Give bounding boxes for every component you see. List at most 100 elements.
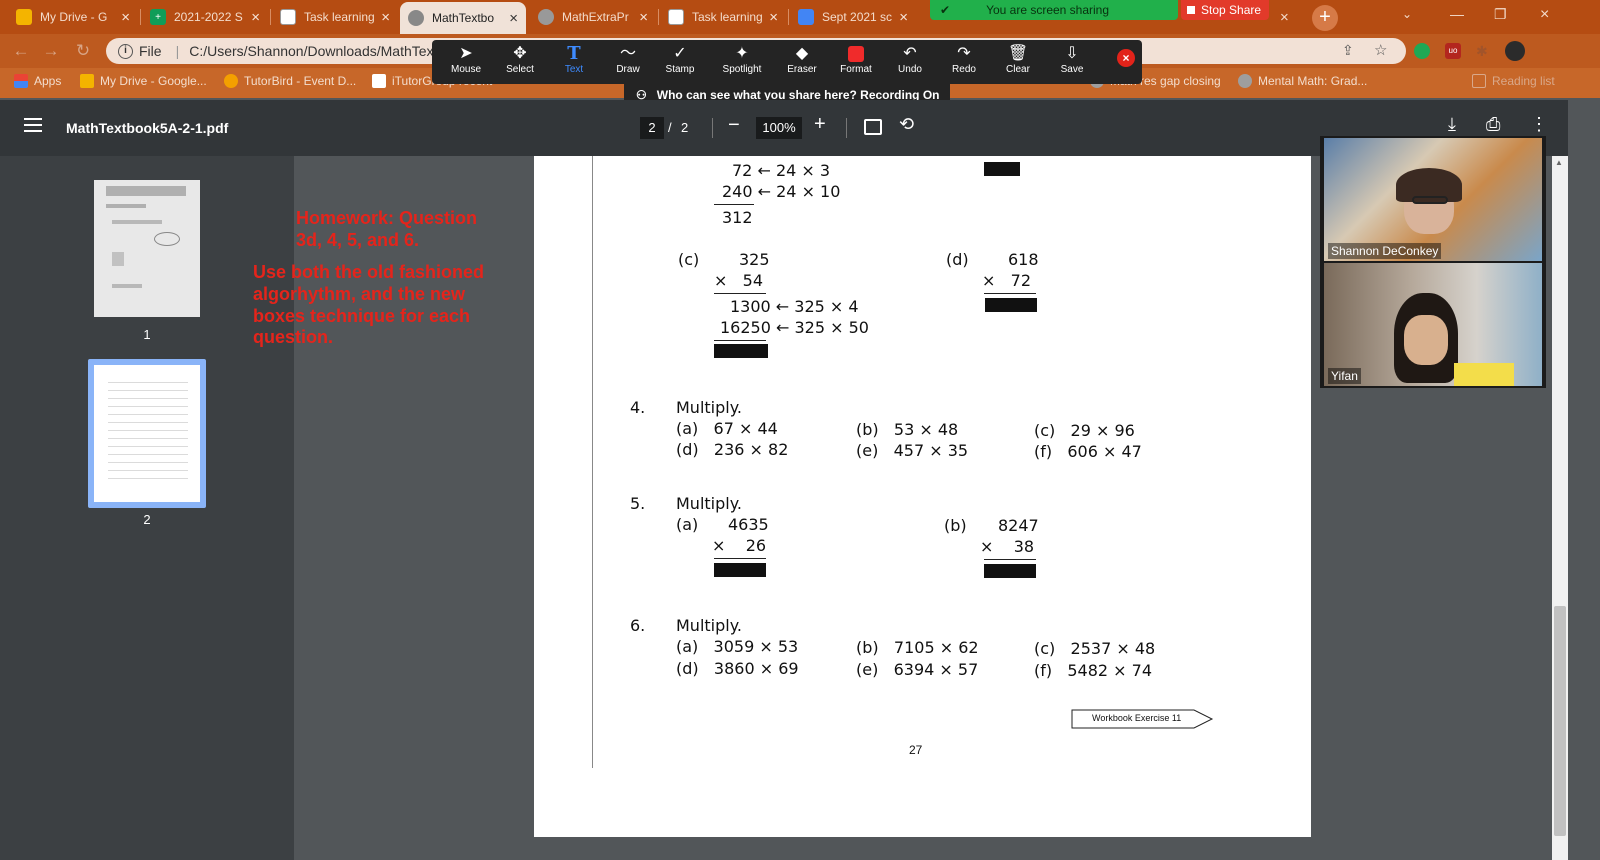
problem: (e) 6394 × 57 xyxy=(856,660,979,679)
tab-math-extra[interactable]: MathExtraPr × xyxy=(530,2,656,32)
work-line: 72 ← 24 × 3 xyxy=(732,161,831,180)
tab-close-icon[interactable]: × xyxy=(251,9,260,26)
workbook-exercise-label: Workbook Exercise 11 xyxy=(1092,713,1182,723)
itutor-icon xyxy=(372,74,386,88)
extension-icon[interactable] xyxy=(1414,43,1430,59)
ublock-icon[interactable]: uo xyxy=(1445,43,1461,59)
undo-icon: ↶ xyxy=(903,45,917,62)
forward-arrow-icon[interactable]: → xyxy=(40,40,62,62)
reading-list-icon xyxy=(1472,74,1486,88)
tab-close-icon[interactable]: × xyxy=(381,9,390,26)
participant-video-yifan[interactable]: Yifan xyxy=(1324,263,1542,386)
page-total: 2 xyxy=(681,120,689,135)
redacted-answer xyxy=(714,563,766,577)
homework-annotation-line2: 3d, 4, 5, and 6. xyxy=(296,230,420,250)
tab-close-icon[interactable]: × xyxy=(509,10,518,27)
more-options-icon[interactable]: ⋮ xyxy=(1530,114,1548,135)
bookmark-mental-math[interactable]: Mental Math: Grad... xyxy=(1238,74,1367,88)
zoom-tool-select[interactable]: ✥ Select xyxy=(494,44,546,82)
globe-icon xyxy=(1238,74,1252,88)
scrollbar-thumb[interactable] xyxy=(1554,606,1566,836)
fit-page-icon[interactable] xyxy=(864,119,882,135)
back-arrow-icon[interactable]: ← xyxy=(10,40,32,62)
page-thumbnail-2[interactable] xyxy=(94,365,200,502)
window-close-icon[interactable]: × xyxy=(1540,6,1549,24)
zoom-tool-draw[interactable]: 〜 Draw xyxy=(602,44,654,82)
bookmark-tutorbird[interactable]: TutorBird - Event D... xyxy=(224,74,356,88)
zoom-tool-mouse[interactable]: ➤ Mouse xyxy=(440,44,492,82)
bookmark-reading-list[interactable]: Reading list xyxy=(1472,74,1555,88)
page-number: 27 xyxy=(909,743,923,757)
zoom-tool-undo[interactable]: ↶ Undo xyxy=(884,44,936,82)
problem: (b) 7105 × 62 xyxy=(856,638,979,657)
tab-my-drive[interactable]: My Drive - G × xyxy=(8,2,138,32)
checkmark-icon: ✓ xyxy=(673,45,687,62)
tab-close-icon[interactable]: × xyxy=(121,9,130,26)
question-number: 5. xyxy=(630,494,646,513)
download-icon[interactable]: ⤓ xyxy=(1448,114,1456,135)
tab-task-learning-2[interactable]: Task learning × xyxy=(660,2,786,32)
restore-icon[interactable]: ❐ xyxy=(1494,6,1507,23)
scroll-up-icon[interactable]: ▲ xyxy=(1555,158,1563,167)
zoom-tool-clear[interactable]: 🗑 Clear xyxy=(992,44,1044,82)
zoom-out-icon[interactable]: − xyxy=(728,114,740,137)
bookmark-my-drive[interactable]: My Drive - Google... xyxy=(80,74,207,88)
bookmark-apps[interactable]: Apps xyxy=(14,74,61,88)
multiplier: × 54 xyxy=(714,271,764,290)
pdf-filename: MathTextbook5A-2-1.pdf xyxy=(66,120,229,136)
zoom-tool-redo[interactable]: ↷ Redo xyxy=(938,44,990,82)
tab-sept-2021[interactable]: Sept 2021 sc × xyxy=(790,2,916,32)
participant-video-shannon[interactable]: Shannon DeConkey xyxy=(1324,138,1542,261)
google-sheets-icon: + xyxy=(150,9,166,25)
trash-icon: 🗑 xyxy=(1007,45,1029,62)
puzzle-icon[interactable]: ✱ xyxy=(1476,43,1488,60)
tab-math-textbook[interactable]: MathTextbo × xyxy=(400,2,526,34)
minimize-icon[interactable]: — xyxy=(1450,6,1464,22)
print-icon[interactable]: ⎙ xyxy=(1486,114,1500,135)
tab-task-learning[interactable]: Task learning × xyxy=(272,2,398,32)
problem: (f) 5482 × 74 xyxy=(1034,661,1153,680)
tab-search-chevron-icon[interactable]: ⌄ xyxy=(1402,7,1412,21)
avatar[interactable] xyxy=(1505,41,1525,61)
globe-icon xyxy=(538,9,554,25)
redo-icon: ↷ xyxy=(957,45,971,62)
problem: (f) 606 × 47 xyxy=(1034,442,1142,461)
page-thumbnail-1[interactable] xyxy=(94,180,200,317)
share-icon[interactable]: ⇪ xyxy=(1342,42,1354,59)
menu-hamburger-icon[interactable] xyxy=(24,118,42,132)
info-icon[interactable]: i xyxy=(118,43,133,59)
tutorbird-icon xyxy=(224,74,238,88)
part-label: (c) xyxy=(678,250,700,269)
question-number: 4. xyxy=(630,398,646,417)
zoom-tool-text[interactable]: T Text xyxy=(548,44,600,82)
tab-sheets[interactable]: + 2021-2022 S × xyxy=(142,2,268,32)
zoom-level-input[interactable]: 100% xyxy=(756,117,802,139)
stop-share-button[interactable]: Stop Share xyxy=(1181,0,1269,20)
problem: (d) 3860 × 69 xyxy=(676,659,799,678)
shield-icon: ✔ xyxy=(940,3,951,17)
tab-close-icon[interactable]: × xyxy=(639,9,648,26)
page-icon xyxy=(668,9,684,25)
globe-icon xyxy=(408,10,424,26)
zoom-tool-format[interactable]: Format xyxy=(830,44,882,82)
zoom-tool-save[interactable]: ⇩ Save xyxy=(1046,44,1098,82)
problem: (a) 3059 × 53 xyxy=(676,637,799,656)
rotate-icon[interactable]: ⟲ xyxy=(899,114,914,135)
participant-name: Shannon DeConkey xyxy=(1328,243,1442,259)
zoom-tool-spotlight[interactable]: ✦ Spotlight xyxy=(712,44,772,82)
bookmark-star-icon[interactable]: ☆ xyxy=(1374,41,1387,59)
page-number-input[interactable]: 2 xyxy=(640,117,664,139)
zoom-in-icon[interactable]: + xyxy=(814,113,826,136)
screen-sharing-banner: ✔ You are screen sharing xyxy=(930,0,1178,20)
zoom-tool-stamp[interactable]: ✓ Stamp xyxy=(654,44,706,82)
tab-close-icon[interactable]: × xyxy=(899,9,908,26)
work-line: 240 ← 24 × 10 xyxy=(722,182,841,201)
apps-grid-icon xyxy=(14,74,28,88)
tab-close-icon[interactable]: × xyxy=(769,9,778,26)
zoom-tool-eraser[interactable]: ◆ Eraser xyxy=(776,44,828,82)
reload-icon[interactable]: ↻ xyxy=(72,40,94,62)
zoom-toolbar-close-icon[interactable]: × xyxy=(1117,49,1135,67)
new-tab-plus-icon[interactable]: + xyxy=(1312,5,1338,31)
page-icon xyxy=(280,9,296,25)
tab-close-icon[interactable]: × xyxy=(1280,9,1289,26)
